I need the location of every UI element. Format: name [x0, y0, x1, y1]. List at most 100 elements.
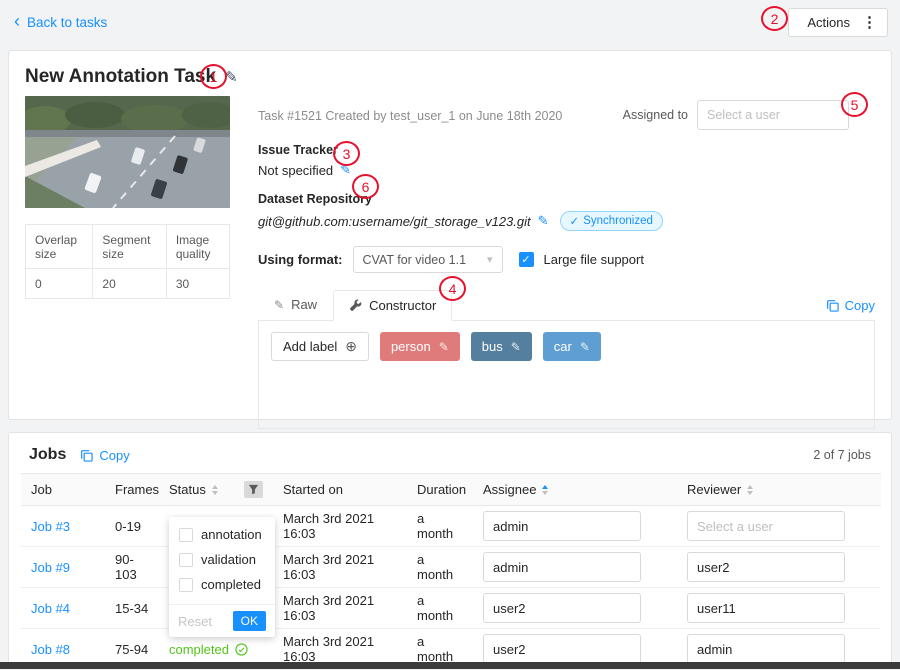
filter-ok-button[interactable]: OK [233, 611, 266, 631]
tab-constructor[interactable]: Constructor [333, 290, 452, 321]
checkbox-completed[interactable] [179, 578, 193, 592]
status-filter-icon[interactable] [244, 481, 263, 498]
back-to-tasks-link[interactable]: ‹ Back to tasks [14, 14, 107, 30]
started-cell: March 3rd 2021 16:03 [273, 588, 407, 629]
frames-cell: 15-34 [105, 588, 159, 629]
dataset-repository-label: Dataset Repository [258, 192, 875, 206]
reviewer-input[interactable] [687, 511, 845, 541]
pencil-icon: ✎ [274, 298, 284, 312]
assignee-input[interactable] [483, 634, 641, 664]
tab-raw-label: Raw [291, 297, 317, 312]
duration-cell: a month [407, 588, 473, 629]
check-circle-icon [235, 643, 248, 656]
job-link[interactable]: Job #9 [31, 560, 70, 575]
labels-constructor-panel: Add label ⊕ person ✎ bus ✎ car ✎ [258, 321, 875, 429]
duration-cell: a month [407, 506, 473, 547]
edit-label-icon[interactable]: ✎ [511, 340, 521, 354]
copy-icon [826, 299, 839, 312]
jobs-table: Job Frames Status Started on Duration [21, 473, 881, 670]
col-assignee-label: Assignee [483, 482, 536, 497]
col-reviewer-label: Reviewer [687, 482, 741, 497]
col-started: Started on [273, 474, 407, 506]
filter-option-annotation[interactable]: annotation [179, 527, 265, 542]
frames-cell: 0-19 [105, 506, 159, 547]
large-file-checkbox[interactable]: ✓ [519, 252, 534, 267]
actions-button[interactable]: Actions ⋮ [788, 8, 888, 37]
annotation-marker-4: 4 [439, 276, 466, 301]
copy-icon [80, 449, 93, 462]
large-file-label: Large file support [544, 252, 644, 267]
add-label-button[interactable]: Add label ⊕ [271, 332, 369, 361]
assignee-input[interactable] [483, 593, 641, 623]
jobs-title: Jobs [29, 446, 66, 464]
label-chip-bus-name: bus [482, 339, 503, 354]
filter-option-completed[interactable]: completed [179, 577, 265, 592]
assignee-input[interactable] [483, 511, 641, 541]
frames-cell: 90-103 [105, 547, 159, 588]
repository-url: git@github.com:username/git_storage_v123… [258, 214, 531, 229]
back-chevron-icon: ‹ [14, 12, 20, 30]
annotation-marker-2: 2 [761, 6, 788, 31]
assigned-to-input[interactable] [697, 100, 849, 130]
label-chip-person[interactable]: person ✎ [380, 332, 460, 361]
filter-option-annotation-label: annotation [201, 527, 262, 542]
job-link[interactable]: Job #4 [31, 601, 70, 616]
reviewer-filter-cell [857, 474, 881, 506]
actions-button-label: Actions [807, 15, 850, 30]
reviewer-input[interactable] [687, 552, 845, 582]
copy-labels-link[interactable]: Copy [826, 298, 875, 320]
task-meta-text: Task #1521 Created by test_user_1 on Jun… [258, 100, 562, 123]
format-select[interactable]: CVAT for video 1.1 ▾ [353, 246, 503, 273]
sync-status-label: Synchronized [583, 215, 653, 227]
started-cell: March 3rd 2021 16:03 [273, 547, 407, 588]
col-job: Job [21, 474, 105, 506]
checkbox-annotation[interactable] [179, 528, 193, 542]
tab-raw[interactable]: ✎ Raw [258, 289, 333, 320]
annotation-marker-3: 3 [333, 141, 360, 166]
task-preview-image [25, 96, 230, 208]
col-assignee: Assignee [473, 474, 653, 506]
label-chip-person-name: person [391, 339, 431, 354]
param-header-quality: Image quality [166, 225, 229, 269]
copy-labels-label: Copy [845, 298, 875, 313]
col-frames: Frames [105, 474, 159, 506]
filter-option-validation-label: validation [201, 552, 256, 567]
col-status-label: Status [169, 482, 206, 497]
checkbox-validation[interactable] [179, 553, 193, 567]
back-link-label: Back to tasks [27, 15, 107, 30]
assignee-input[interactable] [483, 552, 641, 582]
job-link[interactable]: Job #3 [31, 519, 70, 534]
edit-label-icon[interactable]: ✎ [580, 340, 590, 354]
filter-reset-button[interactable]: Reset [178, 614, 212, 629]
copy-jobs-link[interactable]: Copy [80, 448, 129, 463]
filter-option-validation[interactable]: validation [179, 552, 265, 567]
reviewer-input[interactable] [687, 593, 845, 623]
chevron-down-icon: ▾ [487, 253, 493, 266]
status-sort-button[interactable] [212, 485, 218, 495]
annotation-marker-6: 6 [352, 174, 379, 199]
edit-label-icon[interactable]: ✎ [439, 340, 449, 354]
labels-tabs: ✎ Raw Constructor Copy [258, 289, 875, 321]
window-bottom-edge [0, 662, 900, 669]
label-chip-car[interactable]: car ✎ [543, 332, 601, 361]
assignee-sort-button[interactable] [542, 485, 548, 495]
label-chip-bus[interactable]: bus ✎ [471, 332, 532, 361]
constructor-wrench-icon [349, 299, 362, 312]
started-cell: March 3rd 2021 16:03 [273, 506, 407, 547]
duration-cell: a month [407, 547, 473, 588]
col-status: Status [159, 474, 273, 506]
jobs-count: 2 of 7 jobs [813, 448, 871, 462]
status-completed-label: completed [169, 642, 229, 657]
assignee-filter-icon[interactable] [663, 481, 671, 498]
reviewer-sort-button[interactable] [747, 485, 753, 495]
job-link[interactable]: Job #8 [31, 642, 70, 657]
issue-tracker-value: Not specified [258, 163, 333, 178]
job-row: Job #3 0-19 March 3rd 2021 16:03 a month [21, 506, 881, 547]
reviewer-filter-icon[interactable] [867, 481, 875, 498]
assigned-to-label: Assigned to [623, 108, 688, 122]
plus-circle-icon: ⊕ [345, 338, 357, 355]
reviewer-input[interactable] [687, 634, 845, 664]
assignee-filter-cell [653, 474, 677, 506]
edit-repository-icon[interactable]: ✎ [538, 213, 549, 229]
more-vertical-icon: ⋮ [862, 13, 877, 31]
